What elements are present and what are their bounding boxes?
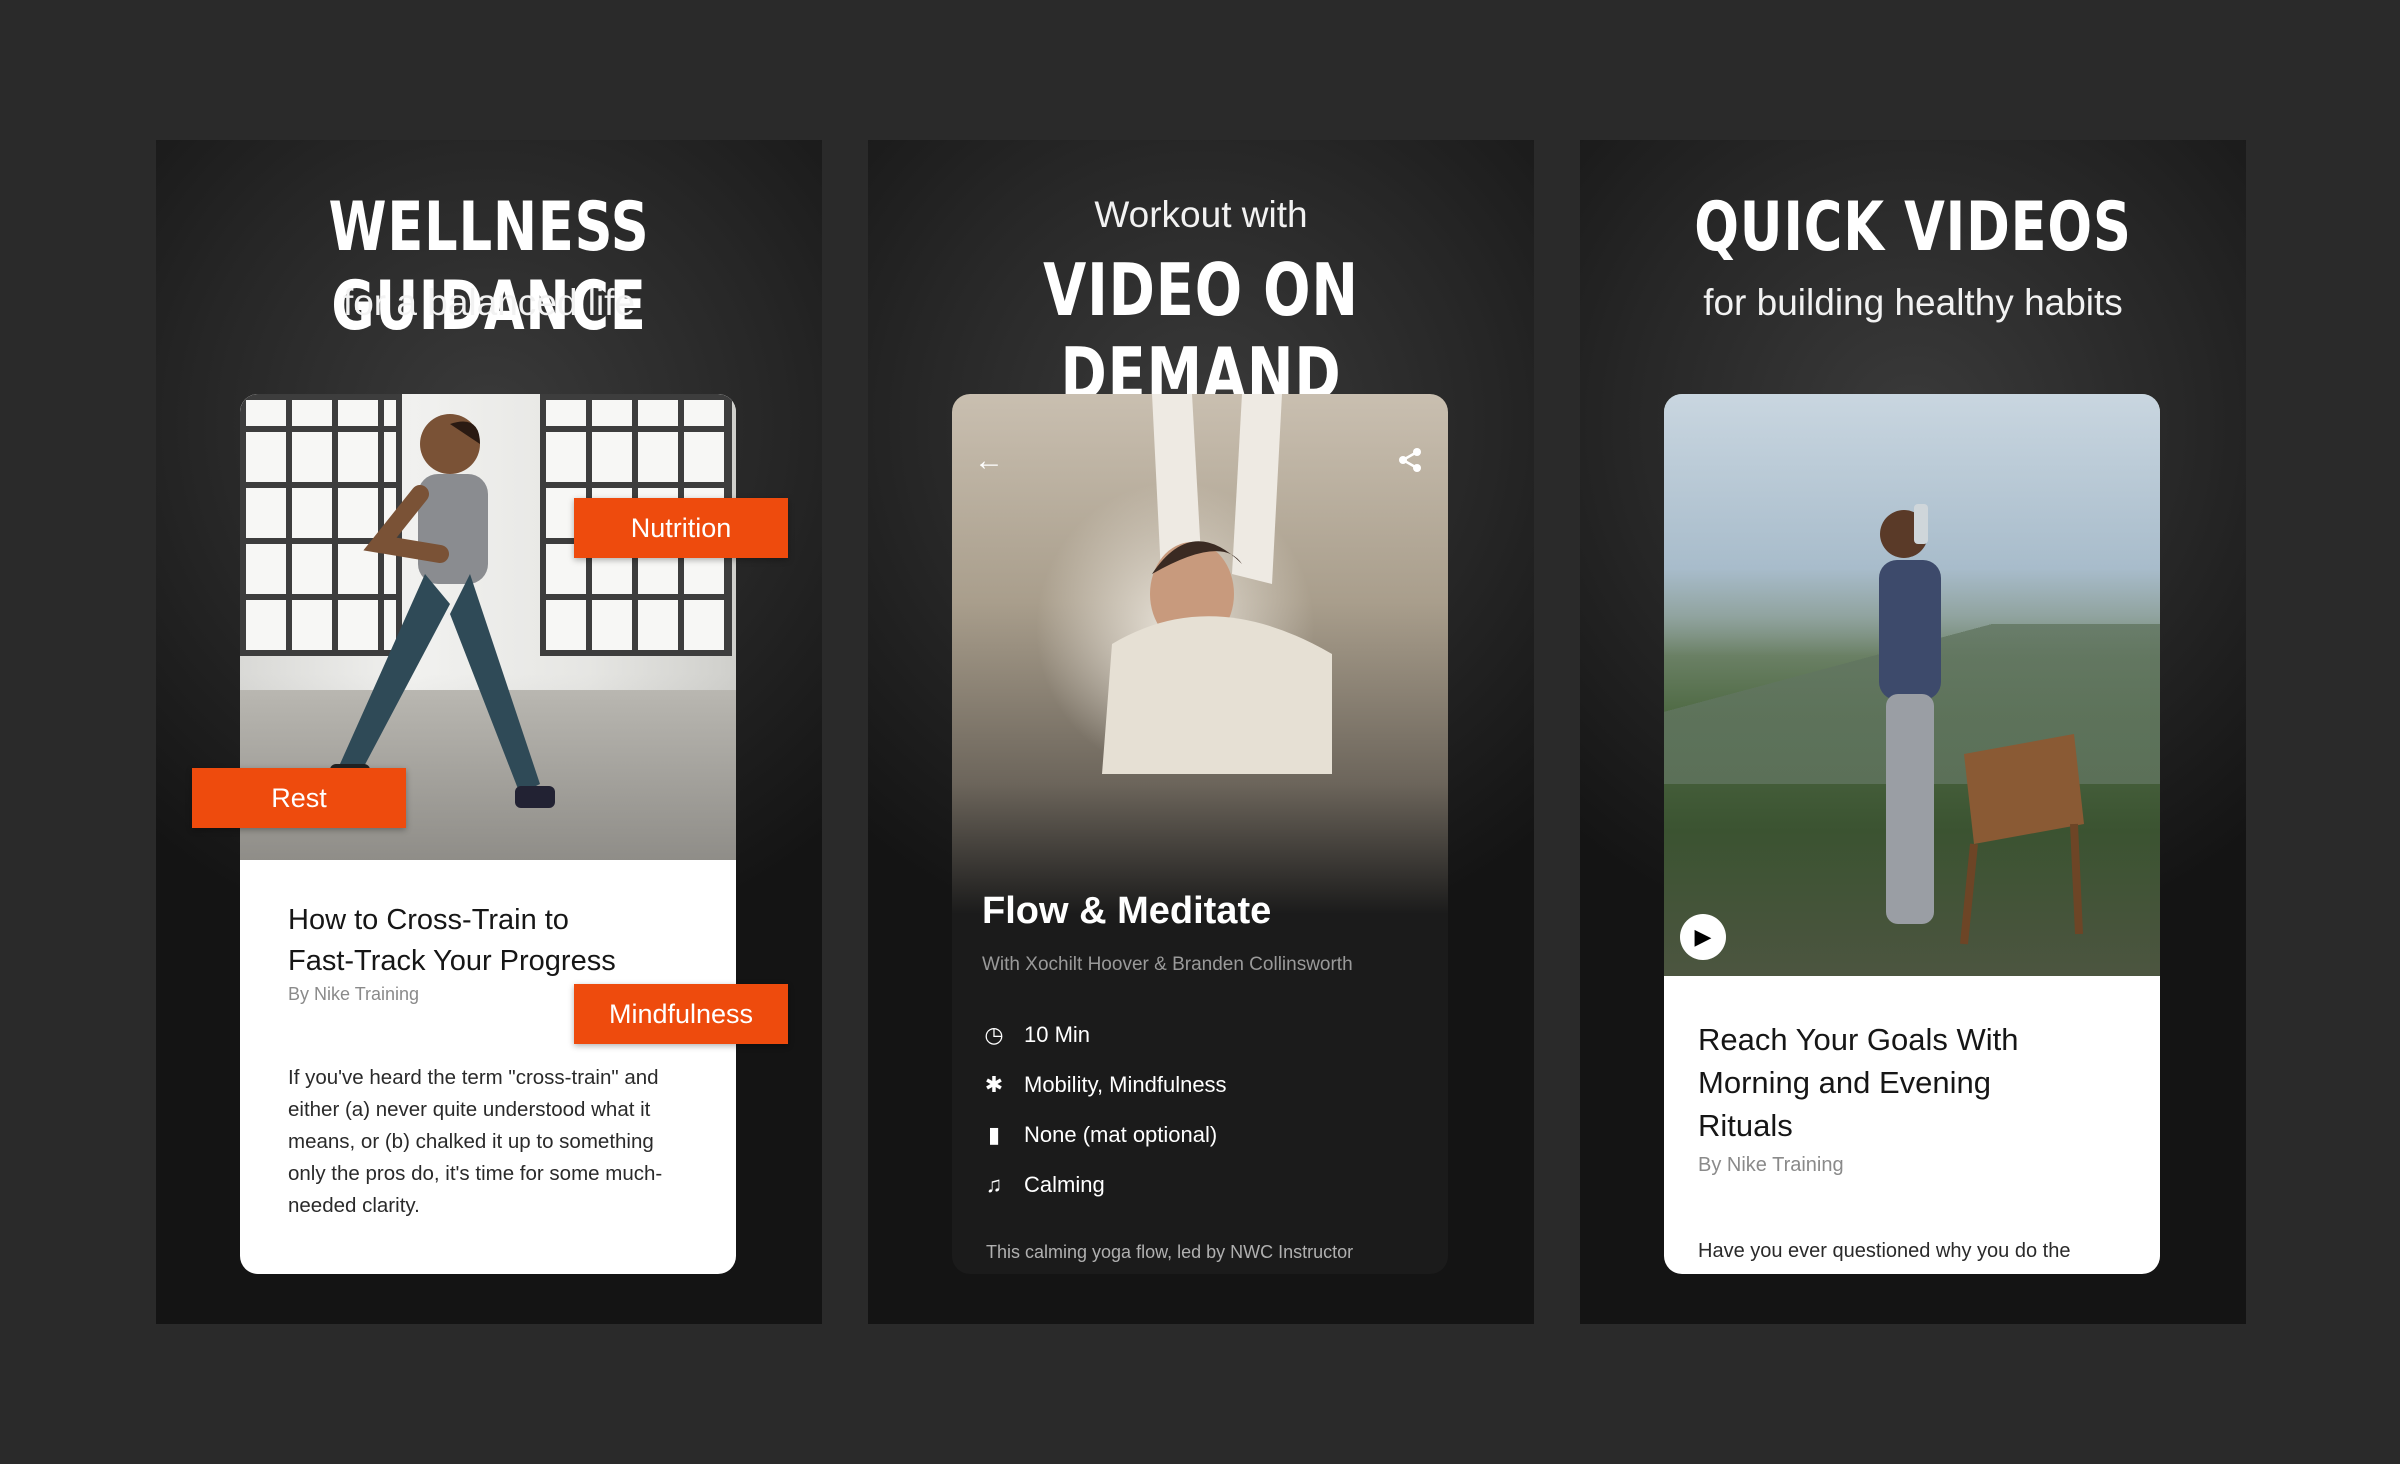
workout-title: Flow & Meditate	[982, 890, 1272, 932]
video-card[interactable]: ▶ Reach Your Goals With Morning and Even…	[1664, 394, 2160, 1274]
video-thumbnail: ▶	[1664, 394, 2160, 976]
promo-panel-quick-videos: QUICK VIDEOS for building healthy habits…	[1580, 140, 2246, 1324]
video-title-line: Reach Your Goals With	[1698, 1022, 2019, 1057]
play-icon: ▶	[1694, 924, 1712, 949]
yoga-illustration	[1102, 394, 1332, 774]
workout-equipment-value: None (mat optional)	[1024, 1122, 1218, 1147]
panel-subline: for a balanced life	[342, 282, 636, 323]
workout-instructors: With Xochilt Hoover & Branden Collinswor…	[982, 954, 1353, 975]
article-title-line: Fast-Track Your Progress	[288, 945, 616, 977]
music-icon: ♫	[985, 1172, 1003, 1197]
workout-photo: ←	[952, 394, 1448, 914]
workout-card[interactable]: ← Flow & Meditate With Xochilt Hoover & …	[952, 394, 1448, 1274]
runner-illustration	[1879, 504, 2084, 945]
share-icon-glyph	[1399, 448, 1421, 472]
person-icon: ✱	[984, 1072, 1004, 1097]
workout-focus: ✱ Mobility, Mindfulness	[982, 1072, 1227, 1098]
panel-headline: VIDEO ON DEMAND	[1043, 248, 1359, 416]
workout-duration-value: 10 Min	[1024, 1022, 1091, 1047]
workout-description: This calming yoga flow, led by NWC Instr…	[986, 1242, 1354, 1262]
tag-nutrition[interactable]: Nutrition	[574, 498, 788, 558]
kettlebell-icon: ▮	[987, 1122, 1001, 1147]
video-title-line: Rituals	[1698, 1108, 1793, 1143]
timer-icon: ◷	[984, 1022, 1004, 1047]
article-body: If you've heard the term "cross-train" a…	[288, 1066, 663, 1217]
workout-music: ♫ Calming	[982, 1172, 1105, 1198]
play-button[interactable]: ▶	[1680, 914, 1726, 960]
workout-music-value: Calming	[1024, 1172, 1105, 1197]
article-title[interactable]: How to Cross-Train to Fast-Track Your Pr…	[288, 900, 696, 982]
video-title-line: Morning and Evening	[1698, 1065, 1991, 1100]
video-byline: By Nike Training	[1698, 1154, 1844, 1176]
promo-panel-video-on-demand: Workout with VIDEO ON DEMAND ← Flow & Me…	[868, 140, 1534, 1324]
workout-focus-value: Mobility, Mindfulness	[1024, 1072, 1227, 1097]
video-title[interactable]: Reach Your Goals With Morning and Evenin…	[1698, 1018, 2120, 1147]
article-title-line: How to Cross-Train to	[288, 904, 569, 936]
panel-headline: QUICK VIDEOS	[1694, 188, 2132, 267]
promo-panel-wellness: WELLNESS GUIDANCE for a balanced life Ho…	[156, 140, 822, 1324]
video-body: Have you ever questioned why you do the	[1698, 1240, 2071, 1262]
workout-duration: ◷ 10 Min	[982, 1022, 1090, 1048]
tag-rest[interactable]: Rest	[192, 768, 406, 828]
arrow-left-icon[interactable]: ←	[974, 446, 1004, 476]
panel-subline: Workout with	[1094, 194, 1308, 235]
tag-mindfulness[interactable]: Mindfulness	[574, 984, 788, 1044]
workout-equipment: ▮ None (mat optional)	[982, 1122, 1217, 1148]
panel-subline: for building healthy habits	[1703, 282, 2123, 323]
share-icon[interactable]	[1396, 446, 1424, 480]
